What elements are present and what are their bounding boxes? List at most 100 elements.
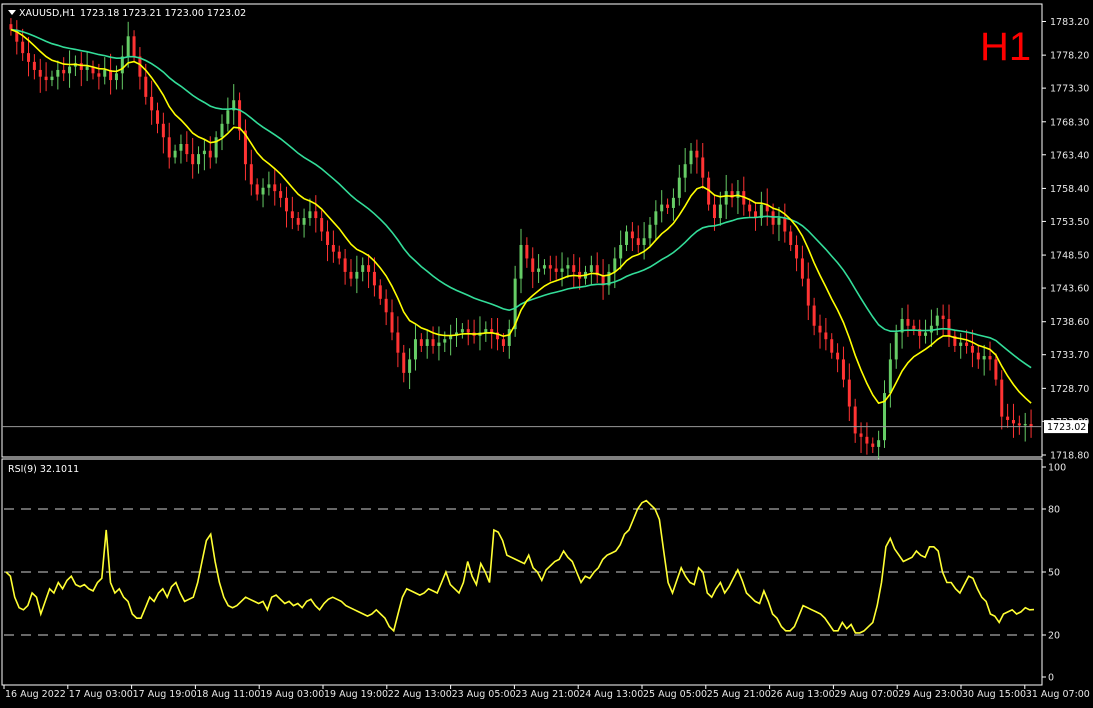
candle-body bbox=[748, 204, 752, 212]
price-tick-label: 1748.50 bbox=[1050, 251, 1089, 262]
candle-body bbox=[396, 332, 400, 353]
candle-body bbox=[355, 271, 359, 279]
time-tick-label: 24 Aug 13:00 bbox=[579, 689, 643, 700]
time-tick-label: 17 Aug 03:00 bbox=[69, 689, 133, 700]
candle-body bbox=[636, 238, 640, 245]
candle-body bbox=[132, 36, 136, 57]
candle-body bbox=[273, 184, 277, 192]
rsi-tick-label: 80 bbox=[1048, 505, 1060, 516]
candle-body bbox=[994, 359, 998, 380]
candle-body bbox=[197, 154, 201, 165]
candle-body bbox=[27, 53, 31, 62]
candle-body bbox=[947, 319, 951, 336]
candle-body bbox=[103, 69, 107, 77]
candle-body bbox=[267, 184, 271, 188]
time-tick-label: 26 Aug 13:00 bbox=[771, 689, 835, 700]
candle-body bbox=[935, 315, 939, 326]
candle-body bbox=[320, 218, 324, 232]
candle-body bbox=[542, 265, 546, 269]
rsi-tick-label: 50 bbox=[1048, 568, 1060, 579]
candle-body bbox=[965, 342, 969, 346]
candle-body bbox=[208, 150, 212, 158]
candle-body bbox=[378, 285, 382, 299]
candle-body bbox=[988, 356, 992, 360]
candle-body bbox=[712, 204, 716, 219]
candle-body bbox=[841, 359, 845, 380]
candle-body bbox=[68, 66, 72, 74]
candle-body bbox=[865, 436, 869, 444]
rsi-title: RSI(9) 32.1011 bbox=[8, 464, 79, 475]
candle-body bbox=[337, 251, 341, 259]
candle-body bbox=[683, 164, 687, 178]
candle-body bbox=[800, 258, 804, 279]
candle-body bbox=[701, 157, 705, 178]
candle-body bbox=[531, 258, 535, 272]
candle-body bbox=[226, 110, 230, 124]
candle-body bbox=[56, 69, 60, 77]
chart-header[interactable]: XAUUSD,H1 1723.18 1723.21 1723.00 1723.0… bbox=[8, 8, 246, 19]
candle-body bbox=[625, 231, 629, 245]
ohlc-values: 1723.18 1723.21 1723.00 1723.02 bbox=[80, 8, 246, 19]
candle-body bbox=[554, 268, 558, 272]
candle-body bbox=[44, 76, 48, 81]
candle-body bbox=[818, 325, 822, 333]
candle-body bbox=[859, 433, 863, 437]
candle-body bbox=[560, 268, 564, 272]
candle-body bbox=[443, 339, 447, 343]
candle-body bbox=[666, 204, 670, 208]
current-price-label: 1723.02 bbox=[1044, 420, 1088, 434]
candle-body bbox=[220, 123, 224, 138]
candle-body bbox=[249, 164, 253, 185]
candle-body bbox=[660, 204, 664, 212]
trading-chart[interactable]: 1783.20 1778.20 1773.30 1768.30 1763.40 1758.… bbox=[0, 0, 1093, 708]
candle-body bbox=[941, 315, 945, 320]
candle-body bbox=[836, 352, 840, 360]
svg-text:1723.02: 1723.02 bbox=[1047, 422, 1086, 433]
candle-body bbox=[589, 265, 593, 272]
price-tick-label: 1783.20 bbox=[1050, 17, 1089, 28]
time-tick-label: 25 Aug 21:00 bbox=[707, 689, 771, 700]
candle-body bbox=[308, 211, 312, 219]
time-tick-label: 30 Aug 15:00 bbox=[962, 689, 1026, 700]
candle-body bbox=[97, 73, 101, 77]
candle-body bbox=[238, 100, 242, 131]
candle-body bbox=[718, 204, 722, 219]
time-tick-label: 17 Aug 19:00 bbox=[133, 689, 197, 700]
candle-body bbox=[1000, 379, 1004, 417]
candle-body bbox=[50, 76, 54, 81]
candle-body bbox=[795, 244, 799, 259]
price-tick-label: 1763.40 bbox=[1050, 150, 1089, 161]
candle-body bbox=[161, 123, 165, 138]
candle-body bbox=[654, 211, 658, 225]
symbol-label: XAUUSD,H1 bbox=[19, 8, 75, 19]
candle-body bbox=[613, 258, 617, 272]
candle-body bbox=[695, 150, 699, 158]
candle-body bbox=[648, 224, 652, 239]
candle-body bbox=[367, 265, 371, 272]
candle-body bbox=[331, 244, 335, 252]
candle-body bbox=[490, 329, 494, 333]
time-tick-label: 29 Aug 07:00 bbox=[834, 689, 898, 700]
candle-body bbox=[290, 211, 294, 219]
candle-body bbox=[361, 265, 365, 272]
candle-body bbox=[38, 69, 42, 77]
price-tick-label: 1778.20 bbox=[1050, 51, 1089, 62]
candle-body bbox=[466, 329, 470, 333]
candle-body bbox=[437, 342, 441, 346]
candle-body bbox=[120, 56, 124, 74]
timeframe-label: H1 bbox=[980, 25, 1031, 69]
candle-body bbox=[789, 231, 793, 245]
price-tick-label: 1743.60 bbox=[1050, 284, 1089, 295]
candle-body bbox=[537, 268, 541, 272]
candle-body bbox=[1006, 416, 1010, 420]
candle-body bbox=[343, 258, 347, 272]
candle-body bbox=[284, 197, 288, 212]
time-tick-label: 31 Aug 07:00 bbox=[1026, 689, 1090, 700]
candle-body bbox=[296, 218, 300, 225]
chart-background bbox=[0, 0, 1093, 708]
candle-body bbox=[824, 332, 828, 340]
candle-body bbox=[929, 325, 933, 333]
candle-body bbox=[724, 191, 728, 205]
candle-body bbox=[1023, 424, 1027, 426]
candle-body bbox=[689, 150, 693, 165]
